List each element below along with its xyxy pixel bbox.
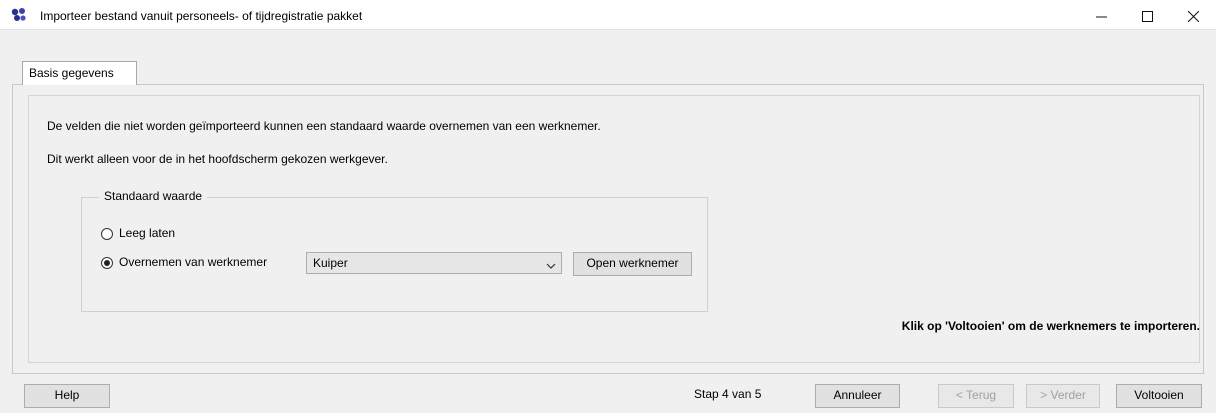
- employee-select[interactable]: Kuiper: [306, 252, 562, 274]
- radio-overnemen[interactable]: [101, 257, 113, 269]
- title-bar: Importeer bestand vanuit personeels- of …: [0, 0, 1216, 30]
- cancel-button[interactable]: Annuleer: [815, 384, 900, 408]
- window-title: Importeer bestand vanuit personeels- of …: [40, 9, 363, 23]
- back-button[interactable]: < Terug: [938, 384, 1014, 408]
- minimize-button[interactable]: [1078, 0, 1124, 30]
- radio-leeg-laten-label[interactable]: Leeg laten: [119, 226, 175, 240]
- radio-leeg-laten[interactable]: [101, 228, 113, 240]
- minimize-icon: [1095, 7, 1107, 23]
- close-icon: [1187, 7, 1199, 23]
- group-legend: Standaard waarde: [99, 189, 208, 203]
- finish-button[interactable]: Voltooien: [1116, 384, 1202, 408]
- maximize-button[interactable]: [1124, 0, 1170, 30]
- info-text-employer: Dit werkt alleen voor de in het hoofdsch…: [47, 152, 388, 166]
- close-button[interactable]: [1170, 0, 1216, 30]
- open-employee-button[interactable]: Open werknemer: [573, 252, 692, 276]
- info-text-fields: De velden die niet worden geïmporteerd k…: [47, 119, 601, 133]
- help-button[interactable]: Help: [24, 384, 110, 408]
- tab-basis-gegevens[interactable]: Basis gegevens: [22, 61, 137, 85]
- finish-hint: Klik op 'Voltooien' om de werknemers te …: [901, 319, 1200, 333]
- step-indicator: Stap 4 van 5: [694, 387, 762, 401]
- radio-overnemen-label[interactable]: Overnemen van werknemer: [119, 255, 267, 269]
- chevron-down-icon: [546, 259, 556, 273]
- employee-select-value: Kuiper: [313, 256, 348, 270]
- app-logo-icon: [10, 7, 28, 23]
- next-button[interactable]: > Verder: [1026, 384, 1100, 408]
- maximize-icon: [1141, 7, 1153, 23]
